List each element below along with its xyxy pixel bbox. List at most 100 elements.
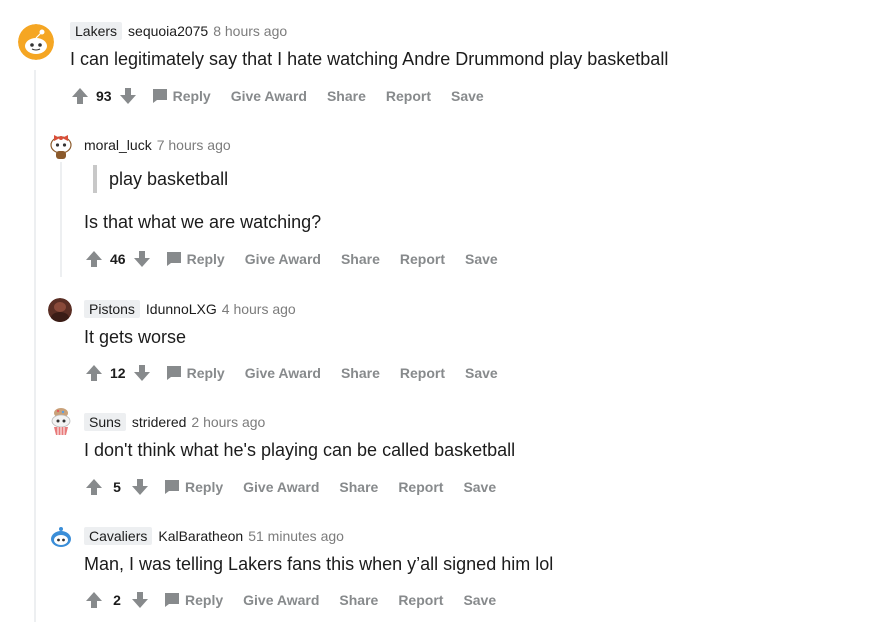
downvote-icon <box>133 251 150 267</box>
thread-line-reply[interactable] <box>60 162 62 277</box>
upvote-button[interactable] <box>84 590 104 610</box>
upvote-icon <box>86 479 102 495</box>
save-button[interactable]: Save <box>463 592 496 608</box>
downvote-icon <box>132 592 148 608</box>
give-award-button[interactable]: Give Award <box>245 365 321 381</box>
snoo-avatar-icon <box>18 24 54 60</box>
upvote-icon <box>86 592 102 608</box>
report-button[interactable]: Report <box>400 365 445 381</box>
upvote-icon <box>86 251 102 267</box>
snoo-blue-avatar-icon <box>48 525 74 551</box>
timestamp[interactable]: 51 minutes ago <box>248 528 344 544</box>
comment-meta: Suns stridered 2 hours ago <box>84 413 265 431</box>
upvote-button[interactable] <box>84 477 104 497</box>
username-link[interactable]: IdunnoLXG <box>146 301 217 317</box>
comment-text: I can legitimately say that I hate watch… <box>70 49 669 69</box>
comment-text: I don't think what he's playing can be c… <box>84 440 516 460</box>
give-award-button[interactable]: Give Award <box>243 592 319 608</box>
comment-icon <box>166 366 181 380</box>
comment-actions: 5 Reply Give Award Share Report Save <box>84 477 496 497</box>
avatar[interactable] <box>48 298 72 322</box>
downvote-icon <box>133 365 150 381</box>
upvote-icon <box>86 365 102 381</box>
thread-line-root[interactable] <box>34 70 36 622</box>
reply-button[interactable]: Reply <box>166 251 225 267</box>
reply-button[interactable]: Reply <box>166 365 225 381</box>
reply-button[interactable]: Reply <box>164 592 223 608</box>
save-button[interactable]: Save <box>465 365 498 381</box>
timestamp[interactable]: 4 hours ago <box>222 301 296 317</box>
username-link[interactable]: KalBaratheon <box>158 528 243 544</box>
vote-score: 2 <box>113 592 121 608</box>
avatar[interactable] <box>48 130 74 160</box>
give-award-button[interactable]: Give Award <box>245 251 321 267</box>
save-button[interactable]: Save <box>463 479 496 495</box>
downvote-button[interactable] <box>132 363 152 383</box>
snoo-cupcake-avatar-icon <box>51 408 71 435</box>
reply-button[interactable]: Reply <box>152 88 211 104</box>
reply-label: Reply <box>186 365 225 381</box>
save-button[interactable]: Save <box>451 88 484 104</box>
downvote-button[interactable] <box>130 477 150 497</box>
reply-label: Reply <box>185 479 224 495</box>
comment-text: It gets worse <box>84 327 187 347</box>
user-flair[interactable]: Suns <box>84 413 126 431</box>
downvote-icon <box>119 88 136 104</box>
avatar[interactable] <box>48 406 74 436</box>
downvote-button[interactable] <box>132 249 152 269</box>
avatar[interactable] <box>18 24 54 60</box>
comment-icon <box>165 593 179 607</box>
comment-actions: 12 Reply Give Award Share Report Save <box>84 363 498 383</box>
user-flair[interactable]: Cavaliers <box>84 527 153 545</box>
timestamp[interactable]: 2 hours ago <box>191 414 265 430</box>
comment-meta: moral_luck 7 hours ago <box>84 137 231 153</box>
downvote-icon <box>132 479 148 495</box>
reply-button[interactable]: Reply <box>164 479 223 495</box>
username-link[interactable]: sequoia2075 <box>128 23 208 39</box>
username-link[interactable]: moral_luck <box>84 137 152 153</box>
share-button[interactable]: Share <box>339 592 378 608</box>
report-button[interactable]: Report <box>400 251 445 267</box>
upvote-button[interactable] <box>84 363 104 383</box>
comment-text: Man, I was telling Lakers fans this when… <box>84 554 554 574</box>
user-flair[interactable]: Pistons <box>84 300 140 318</box>
downvote-button[interactable] <box>130 590 150 610</box>
timestamp[interactable]: 7 hours ago <box>157 137 231 153</box>
comment-icon <box>152 89 167 103</box>
report-button[interactable]: Report <box>398 479 443 495</box>
comment-icon <box>165 480 179 494</box>
comment-actions: 2 Reply Give Award Share Report Save <box>84 590 496 610</box>
comment-actions: 93 Reply Give Award Share Report Save <box>70 86 484 106</box>
give-award-button[interactable]: Give Award <box>231 88 307 104</box>
user-flair[interactable]: Lakers <box>70 22 123 40</box>
share-button[interactable]: Share <box>341 365 380 381</box>
username-link[interactable]: stridered <box>132 414 186 430</box>
comment-meta: Cavaliers KalBaratheon 51 minutes ago <box>84 527 344 545</box>
share-button[interactable]: Share <box>341 251 380 267</box>
comment-text: Is that what we are watching? <box>84 212 322 232</box>
reply-label: Reply <box>172 88 211 104</box>
reply-label: Reply <box>185 592 224 608</box>
share-button[interactable]: Share <box>339 479 378 495</box>
downvote-button[interactable] <box>118 86 138 106</box>
snoo-bow-avatar-icon <box>50 135 72 159</box>
give-award-button[interactable]: Give Award <box>243 479 319 495</box>
blockquote: play basketball <box>93 165 228 193</box>
upvote-button[interactable] <box>70 86 90 106</box>
vote-score: 5 <box>113 479 121 495</box>
vote-score: 93 <box>96 88 112 104</box>
report-button[interactable]: Report <box>386 88 431 104</box>
photo-avatar-icon <box>48 298 72 322</box>
share-button[interactable]: Share <box>327 88 366 104</box>
reply-label: Reply <box>186 251 225 267</box>
vote-score: 46 <box>110 251 126 267</box>
timestamp[interactable]: 8 hours ago <box>213 23 287 39</box>
comment-meta: Pistons IdunnoLXG 4 hours ago <box>84 300 296 318</box>
comment-meta: Lakers sequoia2075 8 hours ago <box>70 22 287 40</box>
save-button[interactable]: Save <box>465 251 498 267</box>
report-button[interactable]: Report <box>398 592 443 608</box>
upvote-button[interactable] <box>84 249 104 269</box>
avatar[interactable] <box>48 525 74 551</box>
vote-score: 12 <box>110 365 126 381</box>
comment-icon <box>166 252 181 266</box>
